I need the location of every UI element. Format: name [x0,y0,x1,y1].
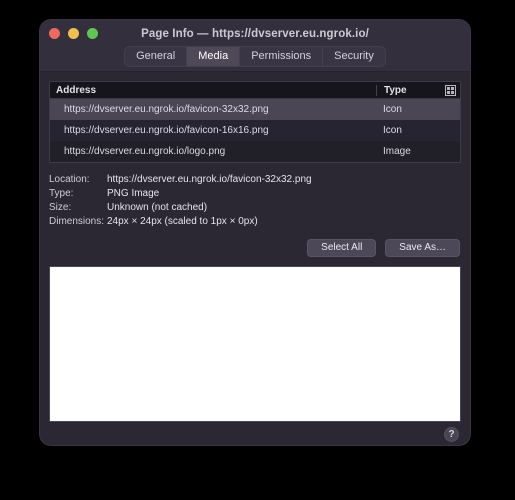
detail-value-size: Unknown (not cached) [107,202,208,213]
cell-address: https://dvserver.eu.ngrok.io/favicon-32x… [64,104,269,115]
detail-label-size: Size: [49,202,72,213]
action-buttons: Select All Save As… [49,239,461,257]
select-all-button[interactable]: Select All [307,239,377,257]
tab-group: General Media Permissions Security [125,47,385,66]
detail-value-type: PNG Image [107,188,160,199]
page-info-window: Page Info — https://dvserver.eu.ngrok.io… [40,20,470,445]
tab-permissions[interactable]: Permissions [240,47,324,66]
save-as-button[interactable]: Save As… [385,239,460,257]
help-row: ? [49,422,461,445]
window-body: Address Type https://dvserver.eu.ngrok.i… [40,81,470,445]
detail-label-location: Location: [49,174,90,185]
tab-media[interactable]: Media [187,47,241,66]
media-table[interactable]: Address Type https://dvserver.eu.ngrok.i… [49,81,461,163]
column-header-address[interactable]: Address [50,85,376,96]
cell-type: Icon [383,125,402,136]
table-row[interactable]: https://dvserver.eu.ngrok.io/favicon-32x… [50,99,460,120]
detail-label-type: Type: [49,188,74,199]
detail-value-dimensions: 24px × 24px (scaled to 1px × 0px) [107,216,258,227]
window-title: Page Info — https://dvserver.eu.ngrok.io… [141,28,369,40]
tab-bar: General Media Permissions Security [40,47,470,66]
tab-general[interactable]: General [125,47,188,66]
tab-security[interactable]: Security [323,47,385,66]
cell-address: https://dvserver.eu.ngrok.io/logo.png [64,146,226,157]
cell-address: https://dvserver.eu.ngrok.io/favicon-16x… [64,125,269,136]
column-picker-icon[interactable] [445,85,456,96]
media-details: Location: https://dvserver.eu.ngrok.io/f… [49,174,461,227]
detail-value-location: https://dvserver.eu.ngrok.io/favicon-32x… [107,174,312,185]
detail-label-dimensions: Dimensions: [49,216,105,227]
media-preview-pane [49,266,461,422]
table-row[interactable]: https://dvserver.eu.ngrok.io/favicon-16x… [50,120,460,141]
column-picker-glyph [445,85,456,96]
cell-type: Icon [383,104,402,115]
table-row[interactable]: https://dvserver.eu.ngrok.io/logo.png Im… [50,141,460,162]
cell-type: Image [383,146,411,157]
table-header-row: Address Type [50,82,460,99]
column-header-type[interactable]: Type [376,84,438,96]
window-titlebar: Page Info — https://dvserver.eu.ngrok.io… [40,20,470,72]
help-icon[interactable]: ? [444,427,459,442]
